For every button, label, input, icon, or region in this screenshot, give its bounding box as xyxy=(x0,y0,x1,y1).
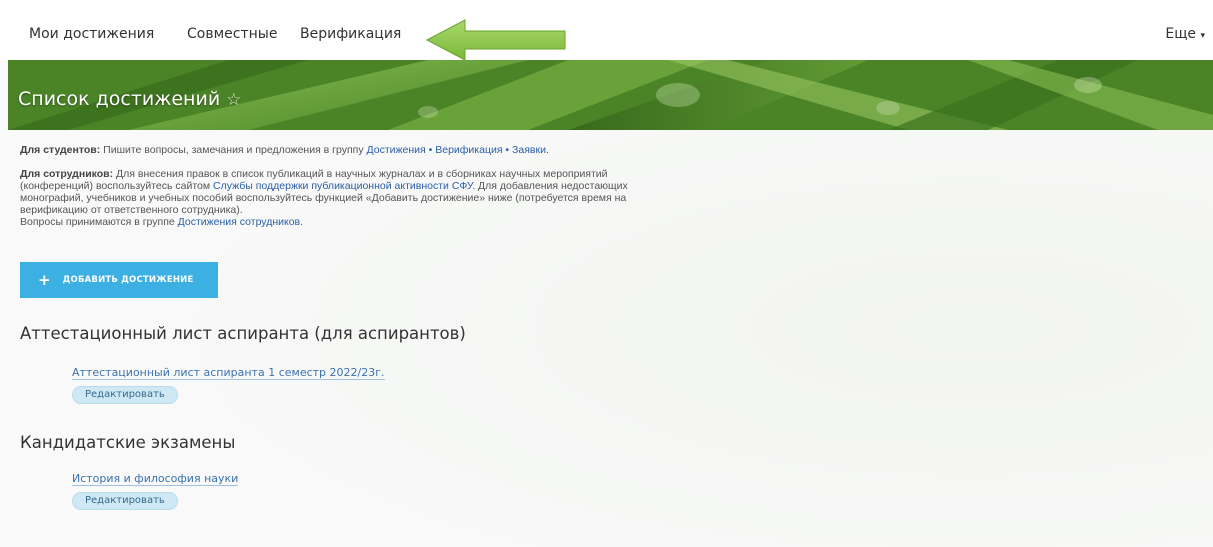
nav-more-label: Еще xyxy=(1165,26,1197,42)
exam-item-link[interactable]: История и философия науки xyxy=(72,472,239,486)
top-nav: Мои достижения Совместные Верификация Ещ… xyxy=(0,0,1213,60)
students-end: . xyxy=(545,144,549,156)
section-title-exams: Кандидатские экзамены xyxy=(20,433,236,452)
nav-my-achievements[interactable]: Мои достижения xyxy=(29,26,154,42)
edit-attestation-button[interactable]: Редактировать xyxy=(72,386,178,404)
students-text: Пишите вопросы, замечания и предложения … xyxy=(100,144,367,156)
page-title: Список достижений ☆ xyxy=(18,88,241,110)
students-info: Для студентов: Пишите вопросы, замечания… xyxy=(20,144,680,156)
staff-achievements-link[interactable]: Достижения сотрудников xyxy=(178,216,300,228)
plus-icon: + xyxy=(38,271,51,289)
staff-text-3: Вопросы принимаются в группе xyxy=(20,216,178,228)
add-achievement-button[interactable]: + ДОБАВИТЬ ДОСТИЖЕНИЕ xyxy=(20,262,218,298)
students-group-link[interactable]: Достижения • Верификация • Заявки xyxy=(367,144,546,156)
staff-info: Для сотрудников: Для внесения правок в с… xyxy=(20,168,660,228)
staff-label: Для сотрудников: xyxy=(20,168,114,180)
staff-end: . xyxy=(300,216,304,228)
students-label: Для студентов: xyxy=(20,144,101,156)
publication-support-link[interactable]: Службы поддержки публикационной активнос… xyxy=(213,180,472,192)
nav-more[interactable]: Еще ▾ xyxy=(1165,26,1205,42)
star-icon[interactable]: ☆ xyxy=(226,90,241,110)
attestation-item-link[interactable]: Аттестационный лист аспиранта 1 семестр … xyxy=(72,366,385,380)
page-title-text: Список достижений xyxy=(18,88,221,110)
page-banner: Список достижений ☆ xyxy=(8,60,1213,130)
nav-verification[interactable]: Верификация xyxy=(300,26,401,42)
edit-exam-button[interactable]: Редактировать xyxy=(72,492,178,510)
section-title-attestation: Аттестационный лист аспиранта (для аспир… xyxy=(20,324,466,343)
page: Мои достижения Совместные Верификация Ещ… xyxy=(0,0,1213,547)
nav-joint[interactable]: Совместные xyxy=(187,26,277,42)
add-achievement-label: ДОБАВИТЬ ДОСТИЖЕНИЕ xyxy=(62,275,194,285)
chevron-down-icon: ▾ xyxy=(1200,31,1205,41)
left-arrow-icon xyxy=(425,19,566,61)
